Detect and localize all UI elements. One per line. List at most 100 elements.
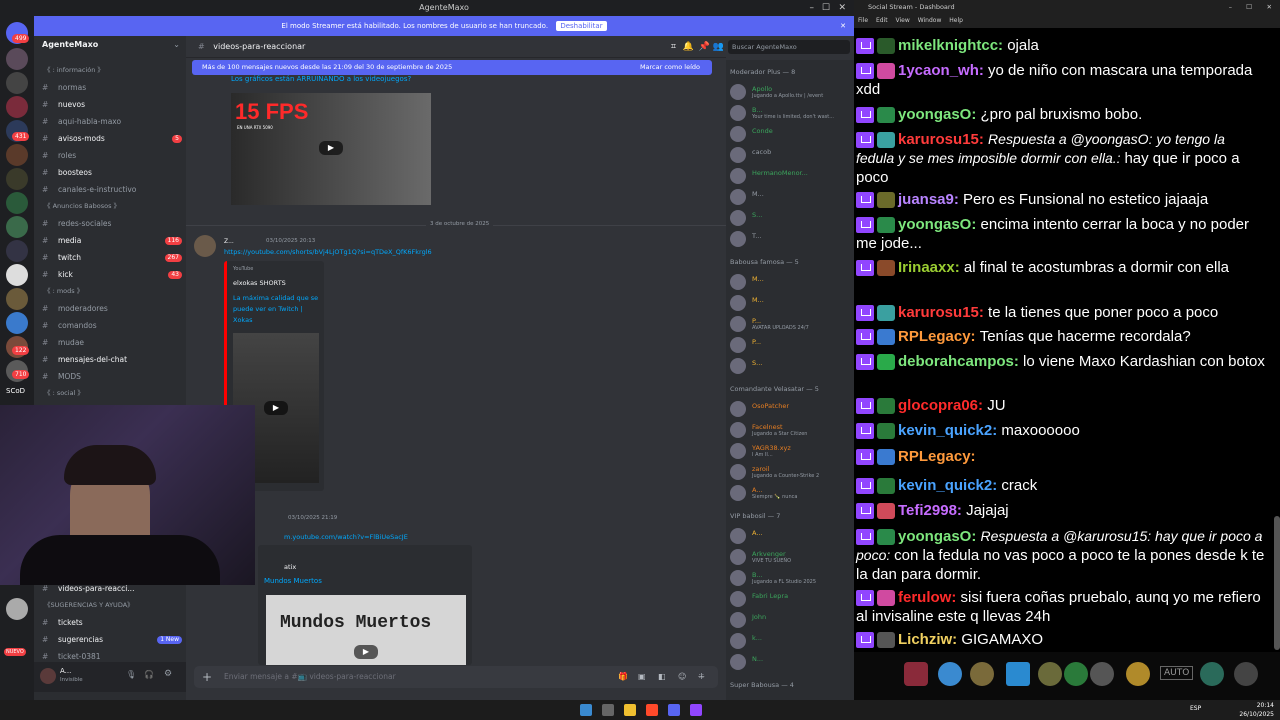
language-indicator[interactable]: ESP <box>1190 705 1201 712</box>
server-label[interactable]: SCoD <box>6 387 25 395</box>
filter-icon[interactable] <box>1006 662 1030 686</box>
pause-icon[interactable] <box>904 662 928 686</box>
emoji-icon[interactable] <box>1038 662 1062 686</box>
avatar[interactable] <box>40 668 56 684</box>
channel-item[interactable]: # aqui-habla-maxo <box>42 115 182 129</box>
menu-help[interactable]: Help <box>949 17 963 24</box>
member-item[interactable]: Arkvenger VIVE TU SUEÑO <box>730 547 848 567</box>
channel-item[interactable]: # moderadores <box>42 302 182 316</box>
pin-icon[interactable]: 📌 <box>699 36 710 58</box>
member-item[interactable]: Fabri Lepra <box>730 589 848 609</box>
server-icon[interactable] <box>6 312 28 334</box>
server-name[interactable]: AgenteMaxo <box>42 40 98 49</box>
chat-username[interactable]: Lichziw: <box>898 631 961 648</box>
channel-item[interactable]: # redes-sociales <box>42 217 182 231</box>
start-icon[interactable] <box>580 704 592 716</box>
sticker-icon[interactable]: ◧ <box>658 672 666 681</box>
scrollbar[interactable] <box>1274 516 1280 650</box>
chat-username[interactable]: glocopra06: <box>898 397 987 414</box>
chat-username[interactable]: ferulow: <box>898 589 961 606</box>
member-item[interactable]: A... Siempre 🍾 nunca <box>730 483 848 503</box>
member-item[interactable]: S... <box>730 356 848 376</box>
embed-title[interactable]: La máxima calidad que se puede ver en Tw… <box>233 293 321 326</box>
member-item[interactable]: Facelnest Jugando a Star Citizen <box>730 420 848 440</box>
member-item[interactable]: Conde <box>730 124 848 144</box>
message-link[interactable]: m.youtube.com/watch?v=FlBiUeSacJE <box>284 533 408 541</box>
gift-icon[interactable]: 🎁 <box>618 672 628 681</box>
embed-author[interactable]: atix <box>284 563 296 571</box>
member-item[interactable]: A... <box>730 526 848 546</box>
search-icon[interactable] <box>602 704 614 716</box>
channel-category[interactable]: 《SUGERENCIAS Y AYUDA》 <box>44 599 182 611</box>
chevron-down-icon[interactable] <box>1234 662 1258 686</box>
channel-category[interactable]: 《 : social 》 <box>44 387 182 399</box>
chat-username[interactable]: RPLegacy: <box>898 328 980 345</box>
folder-icon[interactable] <box>624 704 636 716</box>
search-input[interactable]: Buscar AgenteMaxo <box>728 40 850 54</box>
chat-username[interactable]: RPLegacy: <box>898 448 976 465</box>
chat-username[interactable]: kevin_quick2: <box>898 477 1001 494</box>
embed-title[interactable]: Mundos Muertos <box>264 577 322 585</box>
disable-streamer-button[interactable]: Deshabilitar <box>556 21 607 31</box>
channel-item[interactable]: # twitch 267 <box>42 251 182 265</box>
channel-item[interactable]: # kick 43 <box>42 268 182 282</box>
channel-item[interactable]: # canales-e-instructivo <box>42 183 182 197</box>
chat-username[interactable]: yoongasO: <box>898 216 981 233</box>
menu-edit[interactable]: Edit <box>876 17 888 24</box>
member-item[interactable]: M... <box>730 272 848 292</box>
server-icon[interactable] <box>6 264 28 286</box>
avatar[interactable] <box>194 235 216 257</box>
server-icon[interactable] <box>6 144 28 166</box>
refresh-icon[interactable] <box>1064 662 1088 686</box>
chat-username[interactable]: karurosu15: <box>898 131 988 148</box>
server-icon[interactable] <box>6 288 28 310</box>
member-item[interactable]: B... Jugando a FL Studio 2025 <box>730 568 848 588</box>
maximize-icon[interactable]: ☐ <box>1246 0 1252 14</box>
auto-button[interactable]: AUTO <box>1160 666 1194 680</box>
server-icon[interactable] <box>6 216 28 238</box>
add-attachment-icon[interactable]: + <box>202 670 212 684</box>
minimize-icon[interactable]: – <box>810 0 815 16</box>
browser-icon[interactable] <box>646 704 658 716</box>
chat-username[interactable]: juansa9: <box>898 191 963 208</box>
channel-category[interactable]: 《 : información 》 <box>44 64 182 76</box>
members-icon[interactable]: 👥 <box>713 36 724 58</box>
chat-username[interactable]: Tefi2998: <box>898 502 966 519</box>
mark-read-button[interactable]: Marcar como leído <box>640 60 700 75</box>
chat-username[interactable]: kevin_quick2: <box>898 422 1001 439</box>
member-item[interactable]: M... <box>730 293 848 313</box>
chat-username[interactable]: yoongasO: <box>898 528 981 545</box>
server-icon[interactable] <box>6 192 28 214</box>
channel-item[interactable]: # mensajes-del-chat <box>42 353 182 367</box>
gear-icon[interactable]: ⚙ <box>164 669 172 679</box>
bell-icon[interactable]: 🔔 <box>683 36 694 58</box>
channel-item[interactable]: # boosteos <box>42 166 182 180</box>
bell-icon[interactable] <box>970 662 994 686</box>
mute-icon[interactable] <box>1200 662 1224 686</box>
apps-icon[interactable]: ⁜ <box>698 672 705 681</box>
maximize-icon[interactable]: ☐ <box>822 0 830 16</box>
member-item[interactable]: N... <box>730 652 848 672</box>
close-icon[interactable]: ✕ <box>1267 0 1272 14</box>
channel-item[interactable]: # comandos <box>42 319 182 333</box>
member-item[interactable]: Apollo Jugando a Apollo.ttv | /event <box>730 82 848 102</box>
server-icon[interactable] <box>6 72 28 94</box>
chat-username[interactable]: deborahcampos: <box>898 353 1023 370</box>
member-item[interactable]: P... AVATAR UPLOADS 24/7 <box>730 314 848 334</box>
clock[interactable]: 20:14 26/10/2025 <box>1239 701 1274 719</box>
member-item[interactable]: B... Your time is limited, don't wast... <box>730 103 848 123</box>
channel-category[interactable]: 《 Anuncios Babosos 》 <box>44 200 182 212</box>
channel-category[interactable]: 《 : mods 》 <box>44 285 182 297</box>
emoji-icon[interactable]: ☺ <box>678 672 686 681</box>
close-icon[interactable]: ✕ <box>840 16 846 36</box>
channel-item[interactable]: # avisos-mods 5 <box>42 132 182 146</box>
play-icon[interactable]: ▶ <box>319 141 343 155</box>
server-icon[interactable] <box>6 96 28 118</box>
menu-view[interactable]: View <box>896 17 910 24</box>
menu-file[interactable]: File <box>858 17 868 24</box>
play-icon[interactable]: ▶ <box>354 645 378 659</box>
gif-icon[interactable]: ▣ <box>638 672 646 681</box>
menu-window[interactable]: Window <box>918 17 942 24</box>
server-icon[interactable] <box>6 598 28 620</box>
channel-item[interactable]: # sugerencias 1 New <box>42 633 182 647</box>
